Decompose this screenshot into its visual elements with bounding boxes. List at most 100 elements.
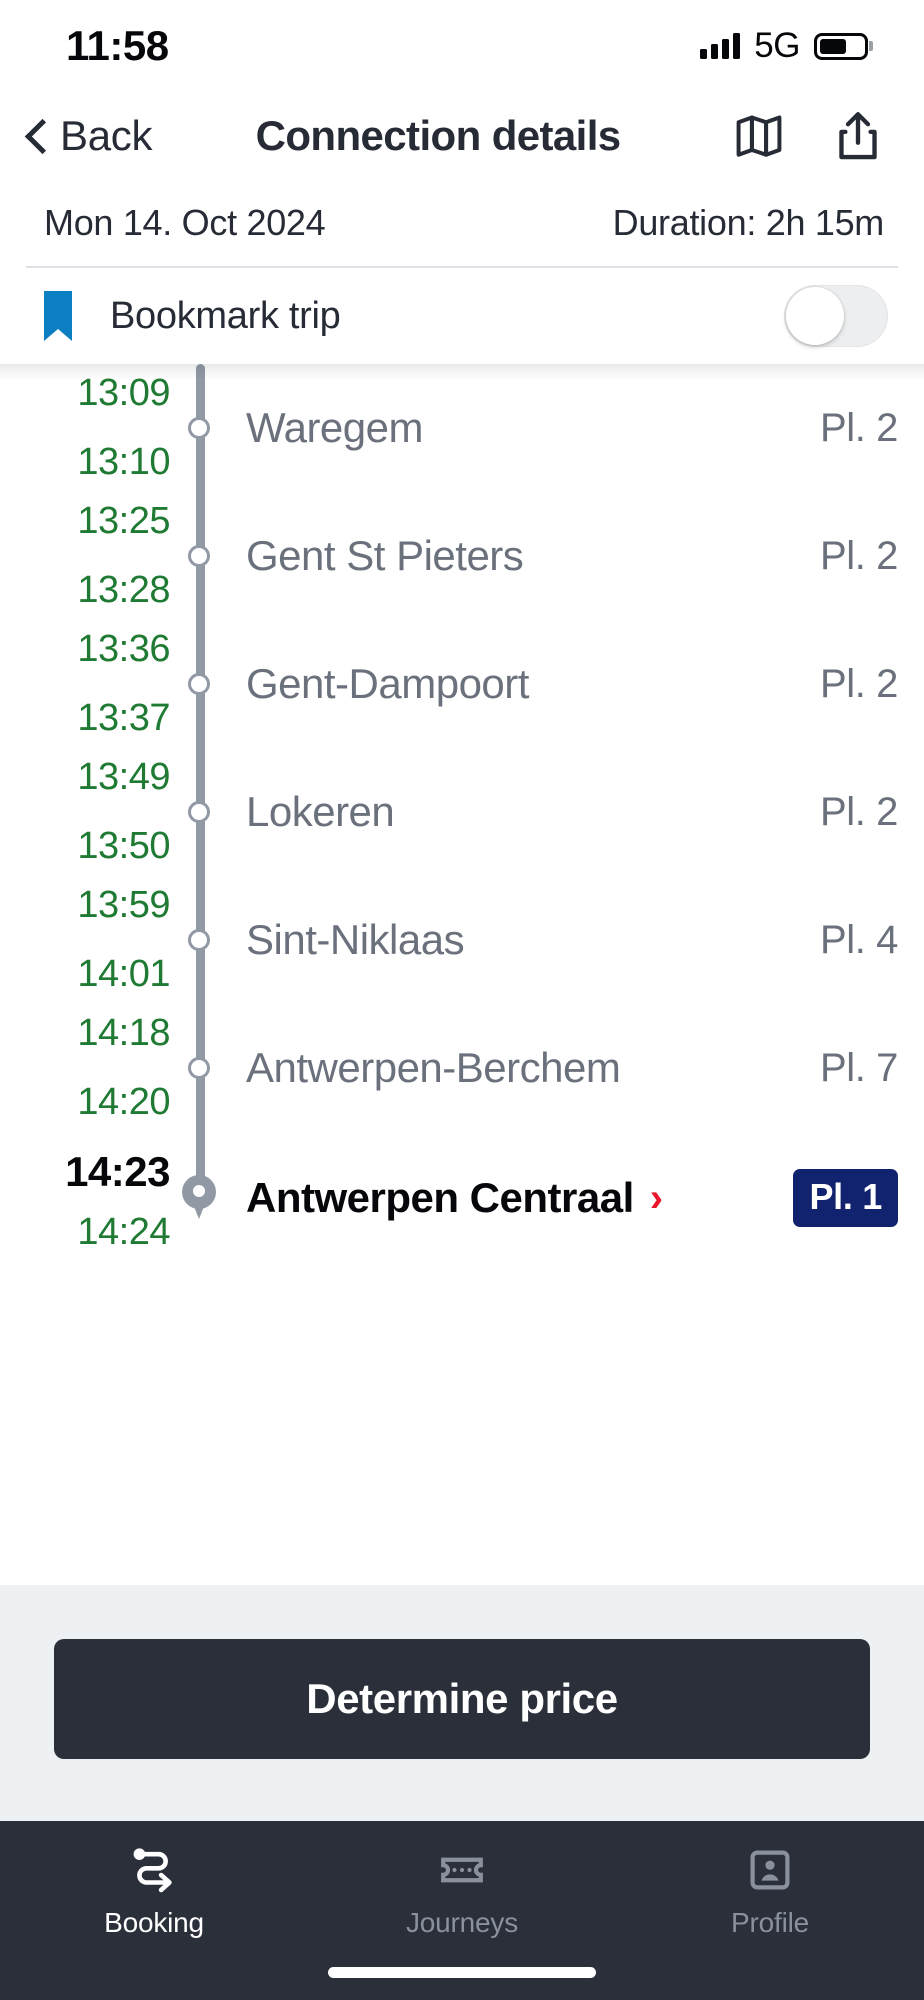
- timeline-stop-row: 13:49 13:50 Lokeren Pl. 2: [0, 748, 924, 876]
- stop-arrival-time: 14:18: [77, 1012, 170, 1054]
- stop-name-cell: Antwerpen Centraal ›: [228, 1174, 793, 1222]
- platform-badge: Pl. 1: [793, 1169, 898, 1227]
- stop-circle-icon: [170, 492, 228, 620]
- stop-circle-shape: [188, 673, 210, 695]
- chevron-left-icon: [24, 117, 46, 155]
- route-arrow-icon: [129, 1847, 179, 1893]
- stop-times: 13:09 13:10: [0, 364, 170, 492]
- navigation-actions: [734, 111, 880, 161]
- toggle-knob: [786, 287, 844, 345]
- stop-name-cell: Gent St Pieters: [228, 532, 820, 580]
- ticket-icon: [439, 1847, 485, 1893]
- app-screen: 11:58 5G Back Connection details Mon 14.…: [0, 0, 924, 2000]
- share-icon[interactable]: [836, 111, 880, 161]
- network-type-label: 5G: [754, 26, 800, 65]
- stop-arrival-time: 14:23: [65, 1148, 170, 1195]
- home-indicator: [328, 1967, 596, 1978]
- platform-label: Pl. 4: [819, 917, 898, 962]
- stop-name-cell: Gent-Dampoort: [228, 660, 820, 708]
- bookmark-ribbon-icon: [44, 291, 72, 341]
- status-bar: 11:58 5G: [0, 0, 924, 92]
- stop-circle-shape: [188, 1057, 210, 1079]
- timeline-stop-row: 13:36 13:37 Gent-Dampoort Pl. 2: [0, 620, 924, 748]
- tab-label: Journeys: [405, 1907, 518, 1938]
- tab-profile[interactable]: Profile: [616, 1847, 924, 1957]
- stop-circle-icon: [170, 364, 228, 492]
- page-title: Connection details: [255, 112, 622, 159]
- stop-arrival-time: 13:59: [77, 884, 170, 926]
- stop-departure-time: 13:10: [77, 441, 170, 483]
- stop-arrival-time: 13:25: [77, 500, 170, 542]
- stop-name-cell: Sint-Niklaas: [228, 916, 820, 964]
- stop-name: Sint-Niklaas: [246, 916, 465, 963]
- stop-times: 13:25 13:28: [0, 492, 170, 620]
- stop-times: 13:36 13:37: [0, 620, 170, 748]
- bookmark-toggle[interactable]: [784, 285, 888, 347]
- stop-times: 13:49 13:50: [0, 748, 170, 876]
- stops-timeline: 13:09 13:10 Waregem Pl. 2 13:25 13:28 Gent St …: [0, 364, 924, 1264]
- stop-circle-icon: [170, 876, 228, 1004]
- cta-section: Determine price: [0, 1585, 924, 1821]
- navigation-bar: Back Connection details: [0, 92, 924, 180]
- stop-name-cell: Lokeren: [228, 788, 820, 836]
- battery-icon: [814, 32, 868, 60]
- stop-name-cell: Waregem: [228, 404, 820, 452]
- map-icon[interactable]: [734, 113, 784, 159]
- stop-name: Waregem: [246, 404, 424, 451]
- stop-circle-shape: [188, 929, 210, 951]
- status-bar-indicators: 5G: [700, 26, 868, 66]
- platform-label: Pl. 2: [819, 661, 898, 706]
- platform-label: Pl. 2: [819, 533, 898, 578]
- back-button-label: Back: [60, 112, 153, 159]
- stop-name: Antwerpen Centraal: [246, 1174, 634, 1221]
- stops-timeline-scroll[interactable]: 13:09 13:10 Waregem Pl. 2 13:25 13:28 Gent St …: [0, 364, 924, 1585]
- stop-times: 14:23 14:24: [0, 1132, 170, 1264]
- stop-times: 13:59 14:01: [0, 876, 170, 1004]
- stop-circle-shape: [188, 545, 210, 567]
- stop-circle-shape: [188, 801, 210, 823]
- trip-duration: Duration: 2h 15m: [612, 202, 885, 243]
- stop-arrival-time: 13:09: [77, 372, 170, 414]
- back-button[interactable]: Back: [24, 112, 152, 160]
- tab-label: Profile: [731, 1907, 809, 1938]
- timeline-stop-row: 13:09 13:10 Waregem Pl. 2: [0, 364, 924, 492]
- map-pin-shape: [182, 1175, 216, 1221]
- stop-circle-icon: [170, 1004, 228, 1132]
- stop-name: Gent St Pieters: [246, 532, 524, 579]
- stop-arrival-time: 13:49: [77, 756, 170, 798]
- stop-name-cell: Antwerpen-Berchem: [228, 1044, 820, 1092]
- stop-departure-time: 14:20: [77, 1081, 170, 1123]
- id-card-icon: [748, 1847, 792, 1893]
- chevron-right-icon[interactable]: ›: [650, 1178, 663, 1218]
- bookmark-trip-row[interactable]: Bookmark trip: [0, 268, 924, 364]
- stop-departure-time: 13:37: [77, 697, 170, 739]
- stop-name: Antwerpen-Berchem: [246, 1044, 621, 1091]
- stop-departure-time: 14:01: [77, 953, 170, 995]
- stop-name: Gent-Dampoort: [246, 660, 529, 707]
- home-indicator-area: [0, 1957, 924, 2000]
- trip-meta-row: Mon 14. Oct 2024 Duration: 2h 15m: [0, 180, 924, 266]
- platform-label: Pl. 2: [819, 789, 898, 834]
- stop-circle-icon: [170, 748, 228, 876]
- stop-departure-time: 13:50: [77, 825, 170, 867]
- timeline-destination-row[interactable]: 14:23 14:24 Antwerpen Centraal › Pl. 1: [0, 1132, 924, 1264]
- tab-label: Booking: [104, 1907, 204, 1938]
- platform-label: Pl. 2: [819, 405, 898, 450]
- stop-circle-icon: [170, 620, 228, 748]
- tab-journeys[interactable]: Journeys: [308, 1847, 616, 1957]
- stop-departure-time: 13:28: [77, 569, 170, 611]
- signal-bars-icon: [700, 33, 741, 59]
- status-bar-clock: 11:58: [66, 22, 169, 69]
- stop-times: 14:18 14:20: [0, 1004, 170, 1132]
- stop-arrival-time: 13:36: [77, 628, 170, 670]
- determine-price-button[interactable]: Determine price: [54, 1639, 870, 1759]
- stop-departure-time: 14:24: [77, 1211, 170, 1253]
- timeline-stop-row: 13:25 13:28 Gent St Pieters Pl. 2: [0, 492, 924, 620]
- map-pin-icon: [170, 1132, 228, 1264]
- bookmark-trip-label: Bookmark trip: [110, 294, 341, 337]
- tab-booking[interactable]: Booking: [0, 1847, 308, 1957]
- stop-circle-shape: [188, 417, 210, 439]
- platform-label: Pl. 7: [819, 1045, 898, 1090]
- trip-date: Mon 14. Oct 2024: [44, 202, 326, 243]
- bottom-tab-bar: Booking Journeys Profile: [0, 1821, 924, 1957]
